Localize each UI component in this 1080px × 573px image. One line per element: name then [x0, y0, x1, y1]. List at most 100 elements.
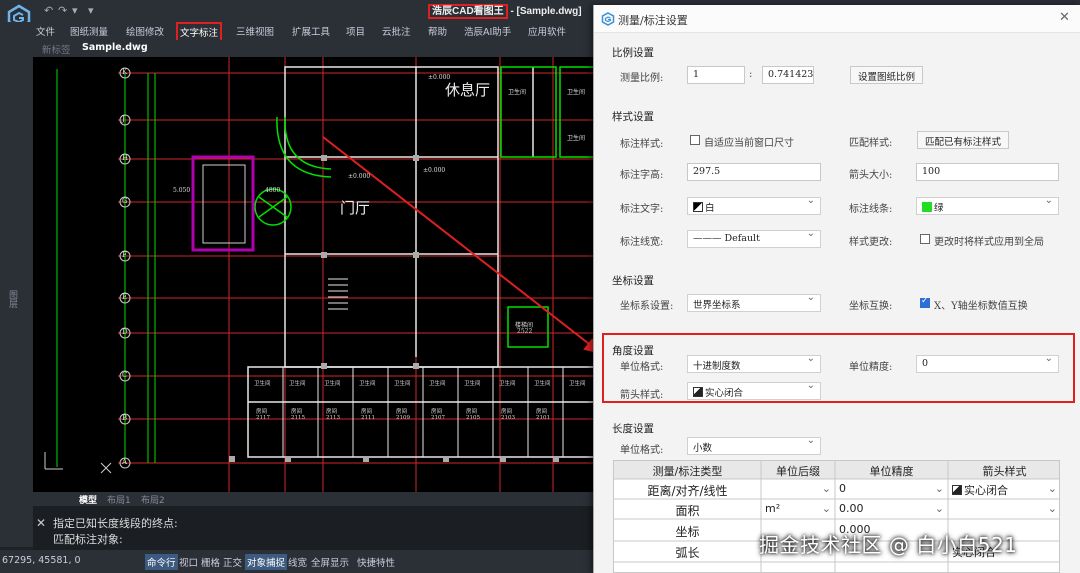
dim-label: 4800	[265, 187, 281, 194]
menu-text-dimension[interactable]: 文字标注	[176, 22, 223, 42]
dim-lineweight-label: 标注线宽:	[620, 237, 664, 248]
watermark-text: 掘金技术社区 @ 白小白521	[759, 533, 1018, 557]
top-bay-label: 卫生间	[508, 89, 527, 96]
match-existing-style-button[interactable]: 匹配已有标注样式	[917, 131, 1010, 149]
bay-label: 卫生间	[254, 381, 271, 387]
scale-label: 测量比例:	[620, 73, 664, 84]
menu-draw-modify[interactable]: 绘图修改	[126, 24, 164, 38]
status-fullscreen[interactable]: 全屏显示	[311, 555, 349, 569]
match-style-label: 匹配样式:	[849, 138, 893, 149]
table-select[interactable]: 实心闭合 ⌄	[952, 482, 1059, 498]
tab-sample-dwg[interactable]: Sample.dwg	[82, 42, 148, 53]
table-cell-value: 0	[839, 482, 846, 495]
table-select[interactable]: 0.00 ⌄	[839, 502, 948, 515]
bay-label: 卫生间	[359, 381, 376, 387]
bay-label: 卫生间	[429, 381, 446, 387]
autofit-checkbox[interactable]	[690, 135, 700, 145]
command-prompt-2: 匹配标注对象:	[53, 533, 123, 546]
table-header: 测量/标注类型	[652, 465, 723, 478]
bay-label: 卫生间	[534, 381, 551, 387]
dialog-title: 测量/标注设置	[618, 14, 688, 27]
redo-icon[interactable]: ↷	[58, 4, 67, 17]
tab-layout1[interactable]: 布局1	[107, 493, 131, 506]
chevron-down-icon: ⌄	[934, 502, 944, 515]
menu-file[interactable]: 文件	[36, 24, 55, 38]
scale-right-input[interactable]: 0.7414233	[762, 66, 814, 84]
tab-layout2[interactable]: 布局2	[141, 493, 165, 506]
room-number: 2117	[256, 415, 270, 421]
table-cell-value: 0.00	[839, 502, 864, 515]
apply-global-checkbox[interactable]	[920, 234, 930, 244]
dim-line-color-select[interactable]: 绿	[916, 197, 1059, 215]
dim-line-color-label: 标注线条:	[849, 204, 893, 215]
document-title: - [Sample.dwg]	[507, 6, 582, 17]
room-tag: 房间	[431, 409, 443, 415]
table-cell: 面积	[675, 504, 700, 518]
status-grid[interactable]: 栅格	[201, 555, 220, 569]
table-cell: 弧长	[675, 546, 700, 560]
table-cell: 坐标	[675, 525, 700, 539]
drawing-canvas[interactable]: 休息厅 门厅 4800 5.050 楼梯间 2522 卫生间 卫生间 卫生间 ±…	[33, 57, 598, 492]
dim-lineweight-select[interactable]: ——— Default	[687, 230, 821, 248]
menu-extend-tools[interactable]: 扩展工具	[292, 24, 330, 38]
menu-help[interactable]: 帮助	[428, 24, 447, 38]
status-object-snap[interactable]: 对象捕捉	[245, 554, 288, 570]
table-select[interactable]: m² ⌄	[765, 502, 835, 515]
quick-access-more-icon[interactable]: ▾	[88, 4, 94, 17]
status-viewport[interactable]: 视口	[179, 555, 198, 569]
axis-mark: K	[122, 68, 128, 76]
room-tag: 房间	[536, 409, 548, 415]
app-logo-icon	[601, 12, 615, 26]
dim-text-height-label: 标注字高:	[620, 170, 664, 181]
status-ortho[interactable]: 正交	[223, 555, 242, 569]
tab-new[interactable]: 新标签	[42, 42, 71, 56]
chevron-down-icon: ⌄	[1047, 502, 1057, 515]
room-number: 2115	[291, 415, 305, 421]
undo-icon[interactable]: ↶	[44, 4, 53, 17]
coord-system-select[interactable]: 世界坐标系	[687, 294, 821, 312]
dim-text-color-label: 标注文字:	[620, 204, 664, 215]
app-brand-title: 浩辰CAD看图王	[428, 4, 508, 19]
status-lineweight[interactable]: 线宽	[288, 555, 307, 569]
dim-text-height-input[interactable]: 297.5	[687, 163, 821, 181]
menu-3d-view[interactable]: 三维视图	[236, 24, 274, 38]
length-unit-select[interactable]: 小数	[687, 437, 821, 455]
autofit-checkbox-label: 自适应当前窗口尺寸	[704, 138, 794, 149]
status-bar: 67295, 45581, 0 命令行 视口 栅格 正交 对象捕捉 线宽 全屏显…	[0, 550, 600, 573]
status-quick-properties[interactable]: 快捷特性	[357, 555, 395, 569]
scale-separator: :	[749, 69, 753, 80]
set-drawing-scale-button[interactable]: 设置图纸比例	[850, 66, 924, 84]
layer-panel-label[interactable]: 图层	[6, 290, 19, 308]
color-swatch-icon	[922, 202, 932, 212]
menu-cloud-annotate[interactable]: 云批注	[382, 24, 411, 38]
menu-apps[interactable]: 应用软件	[528, 24, 566, 38]
table-select[interactable]: 0 ⌄	[839, 482, 948, 495]
arrowhead-icon	[952, 485, 962, 495]
save-icon[interactable]: ▾	[72, 4, 78, 17]
tab-model[interactable]: 模型	[79, 493, 97, 506]
chevron-down-icon: ⌄	[821, 502, 831, 515]
close-icon[interactable]: ✕	[1059, 10, 1070, 25]
dim-text-color-select[interactable]: 白	[687, 197, 821, 215]
top-bay-label: 卫生间	[567, 135, 586, 142]
menu-project[interactable]: 项目	[346, 24, 365, 38]
status-command-line[interactable]: 命令行	[145, 554, 178, 570]
close-icon[interactable]: ✕	[36, 516, 46, 530]
arrow-size-input[interactable]: 100	[916, 163, 1059, 181]
command-line[interactable]: ✕ 指定已知长度线段的终点: 匹配标注对象:	[33, 506, 600, 550]
chevron-down-icon: ⌄	[1047, 482, 1057, 495]
dialog-header: 测量/标注设置 ✕	[594, 5, 1080, 33]
axis-mark: G	[122, 197, 128, 205]
arrow-size-label: 箭头大小:	[849, 170, 893, 181]
room-number: 2111	[361, 415, 375, 421]
elevation-label: ±0.000	[428, 74, 451, 81]
menu-measure[interactable]: 图纸测量	[70, 24, 108, 38]
scale-left-input[interactable]: 1	[687, 66, 745, 84]
room-tag: 房间	[501, 409, 513, 415]
coord-swap-checkbox[interactable]	[920, 296, 930, 308]
elevation-label: ±0.000	[348, 173, 371, 180]
bay-label: 卫生间	[289, 381, 306, 387]
menu-ai-assistant[interactable]: 浩辰AI助手	[464, 24, 511, 38]
table-header: 单位精度	[869, 465, 914, 478]
axis-mark: C	[122, 371, 128, 379]
